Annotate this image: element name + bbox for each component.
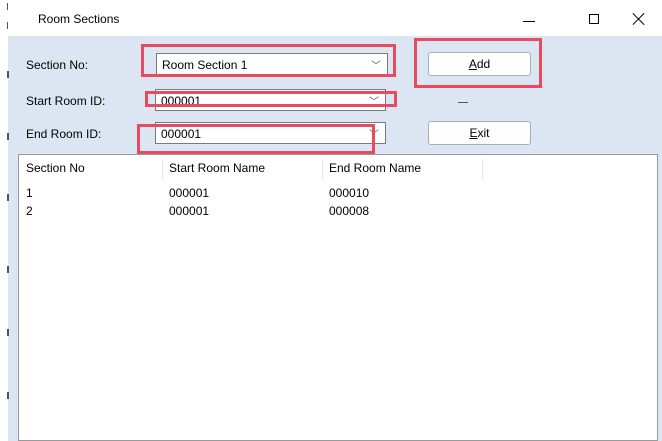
end-room-label: End Room ID: bbox=[26, 127, 102, 141]
edge-mark bbox=[7, 329, 9, 336]
highlight-section-no bbox=[141, 44, 396, 77]
room-sections-window: Room Sections Section No: Room Section 1… bbox=[0, 0, 662, 441]
end-room-cell: 000010 bbox=[329, 186, 370, 200]
highlight-add-button bbox=[414, 38, 542, 88]
highlight-end-room bbox=[137, 124, 375, 154]
section-no-label: Section No: bbox=[26, 58, 89, 72]
background-strip bbox=[0, 0, 9, 441]
sections-table[interactable]: Section No Start Room Name End Room Name… bbox=[18, 154, 658, 441]
start-room-label: Start Room ID: bbox=[26, 94, 106, 108]
edge-mark bbox=[7, 266, 9, 273]
column-header-start-room[interactable]: Start Room Name bbox=[162, 155, 322, 181]
edge-mark bbox=[7, 133, 9, 140]
column-header-section-no[interactable]: Section No bbox=[19, 155, 162, 181]
maximize-icon bbox=[589, 14, 599, 24]
window-title: Room Sections bbox=[38, 12, 120, 26]
start-room-cell: 000001 bbox=[169, 186, 210, 200]
close-button[interactable] bbox=[616, 4, 662, 34]
end-room-cell: 000008 bbox=[329, 204, 370, 218]
exit-label: xit bbox=[477, 126, 490, 140]
edge-mark bbox=[7, 194, 9, 201]
column-header-end-room[interactable]: End Room Name bbox=[322, 155, 482, 181]
separator-dash bbox=[458, 102, 468, 103]
start-room-cell: 000001 bbox=[169, 204, 210, 218]
exit-hotkey: E bbox=[469, 126, 478, 140]
minimize-icon bbox=[523, 20, 535, 22]
highlight-start-room bbox=[145, 91, 397, 107]
exit-button[interactable]: Exit bbox=[428, 121, 531, 145]
maximize-button[interactable] bbox=[571, 4, 617, 34]
edge-mark bbox=[7, 392, 9, 399]
section-no-cell: 2 bbox=[26, 204, 33, 218]
minimize-button[interactable] bbox=[506, 4, 552, 34]
column-separator[interactable] bbox=[482, 159, 483, 179]
close-icon bbox=[633, 13, 645, 25]
section-no-cell: 1 bbox=[26, 186, 33, 200]
edge-mark bbox=[7, 71, 9, 78]
title-bar[interactable]: Room Sections bbox=[8, 0, 662, 36]
